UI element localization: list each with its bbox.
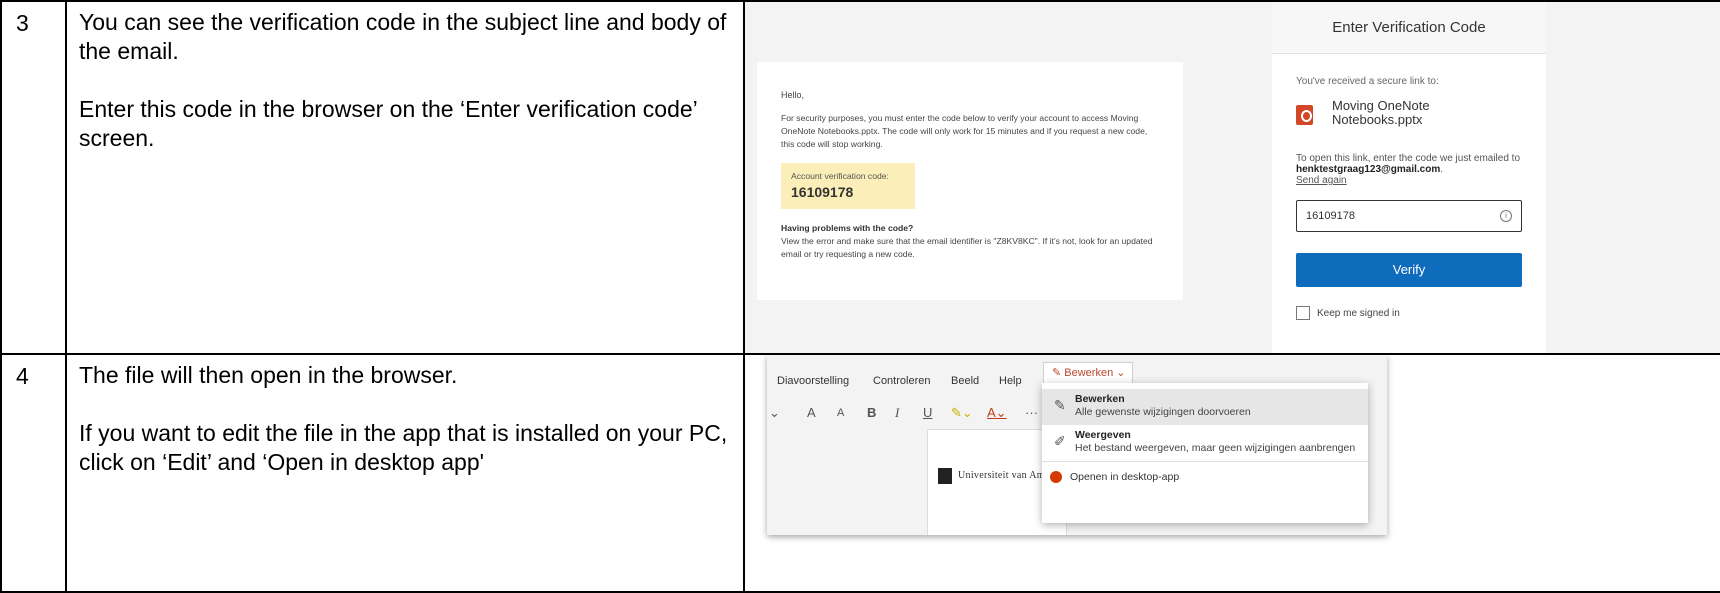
step-paragraph: Enter this code in the browser on the ‘E… — [79, 96, 697, 151]
panel-title: Enter Verification Code — [1272, 2, 1546, 54]
open-desktop-app-option[interactable]: Openen in desktop-app — [1042, 465, 1368, 491]
email-body: For security purposes, you must enter th… — [781, 113, 1148, 149]
step-row-3: 3 You can see the verification code in t… — [0, 0, 1720, 355]
problems-text: View the error and make sure that the em… — [781, 236, 1153, 259]
office-app-icon — [1050, 471, 1062, 483]
instruction-table: 3 You can see the verification code in t… — [0, 0, 1720, 593]
email-message: Hello, For security purposes, you must e… — [757, 62, 1183, 300]
powerpoint-screenshot: Diavoorstelling Controleren Beeld Help ✎… — [745, 355, 1720, 591]
file-info: Moving OneNote Notebooks.pptx — [1296, 99, 1522, 139]
chevron-down-icon[interactable]: ⌄ — [769, 405, 780, 421]
open-instructions: To open this link, enter the code we jus… — [1296, 153, 1522, 186]
file-name: Moving OneNote Notebooks.pptx — [1332, 98, 1430, 127]
font-shrink-icon[interactable]: A — [837, 407, 844, 419]
step-paragraph: The file will then open in the browser. — [79, 362, 458, 388]
option-weergeven[interactable]: ✐ Weergeven Het bestand weergeven, maar … — [1042, 425, 1368, 461]
step-paragraph: You can see the verification code in the… — [79, 9, 727, 64]
option-title: Bewerken — [1075, 393, 1125, 405]
italic-icon[interactable]: I — [895, 405, 899, 421]
step-text: You can see the verification code in the… — [65, 0, 745, 355]
chevron-down-icon: ⌄ — [1113, 367, 1126, 379]
email-address: henktestgraag123@gmail.com — [1296, 164, 1441, 175]
edit-menu-label: Bewerken — [1064, 367, 1114, 379]
keep-signed-in-label: Keep me signed in — [1317, 308, 1400, 319]
edit-dropdown: ✎ Bewerken Alle gewenste wijzigingen doo… — [1042, 383, 1368, 523]
received-text: You've received a secure link to: — [1296, 76, 1439, 87]
pencil-icon: ✎ — [1052, 367, 1065, 379]
open-text: To open this link, enter the code we jus… — [1296, 153, 1521, 164]
code-value: 16109178 — [791, 184, 854, 200]
code-input[interactable]: 16109178 i — [1296, 200, 1522, 232]
option-title: Weergeven — [1075, 429, 1131, 441]
verification-panel: Enter Verification Code You've received … — [1272, 2, 1546, 353]
code-input-value: 16109178 — [1306, 210, 1355, 222]
problems-heading: Having problems with the code? — [781, 223, 914, 233]
formatting-toolbar: ⌄ A A B I U ✎⌄ A⌄ ··· — [767, 401, 1067, 427]
code-highlight-box: Account verification code: 16109178 — [781, 163, 915, 209]
send-again-link[interactable]: Send again — [1296, 175, 1347, 186]
view-pen-icon: ✐ — [1054, 433, 1066, 449]
powerpoint-icon — [1296, 105, 1313, 125]
tab-help[interactable]: Help — [999, 375, 1022, 387]
font-grow-icon[interactable]: A — [807, 405, 816, 420]
bold-icon[interactable]: B — [867, 405, 876, 420]
tab-diavoorstelling[interactable]: Diavoorstelling — [777, 375, 849, 387]
verification-screenshot: Hello, For security purposes, you must e… — [745, 2, 1720, 353]
keep-signed-in[interactable]: Keep me signed in — [1296, 306, 1522, 322]
step-row-4: 4 The file will then open in the browser… — [0, 353, 1720, 593]
step-screenshot: Hello, For security purposes, you must e… — [743, 0, 1720, 355]
pencil-icon: ✎ — [1054, 397, 1066, 413]
tab-controleren[interactable]: Controleren — [873, 375, 930, 387]
more-options-icon[interactable]: ··· — [1025, 405, 1038, 420]
university-seal-icon — [938, 468, 952, 484]
step-screenshot: Diavoorstelling Controleren Beeld Help ✎… — [743, 353, 1720, 593]
step-text: The file will then open in the browser. … — [65, 353, 745, 593]
background-edge — [1546, 2, 1720, 353]
step-number: 3 — [0, 0, 67, 355]
underline-icon[interactable]: U — [923, 405, 932, 420]
verify-button[interactable]: Verify — [1296, 253, 1522, 287]
open-desktop-label: Openen in desktop-app — [1070, 471, 1180, 483]
edit-menu-button[interactable]: ✎ Bewerken ⌄ — [1043, 362, 1133, 384]
option-desc: Alle gewenste wijzigingen doorvoeren — [1075, 406, 1251, 418]
step-number: 4 — [0, 353, 67, 593]
app-window: Diavoorstelling Controleren Beeld Help ✎… — [767, 355, 1387, 535]
step-paragraph: If you want to edit the file in the app … — [79, 420, 728, 475]
tab-beeld[interactable]: Beeld — [951, 375, 979, 387]
email-pane: Hello, For security purposes, you must e… — [745, 2, 1272, 353]
menu-divider — [1042, 461, 1368, 462]
panel-body: You've received a secure link to: Moving… — [1272, 54, 1546, 322]
option-bewerken[interactable]: ✎ Bewerken Alle gewenste wijzigingen doo… — [1042, 389, 1368, 425]
highlight-icon[interactable]: ✎⌄ — [951, 405, 973, 421]
font-color-icon[interactable]: A⌄ — [987, 405, 1007, 421]
checkbox-icon[interactable] — [1296, 306, 1310, 321]
code-label: Account verification code: — [791, 171, 889, 181]
email-greeting: Hello, — [781, 90, 805, 100]
document-header: Universiteit van Amst — [958, 470, 1053, 481]
info-icon: i — [1500, 210, 1512, 222]
option-desc: Het bestand weergeven, maar geen wijzigi… — [1075, 442, 1356, 454]
period: . — [1440, 164, 1444, 175]
